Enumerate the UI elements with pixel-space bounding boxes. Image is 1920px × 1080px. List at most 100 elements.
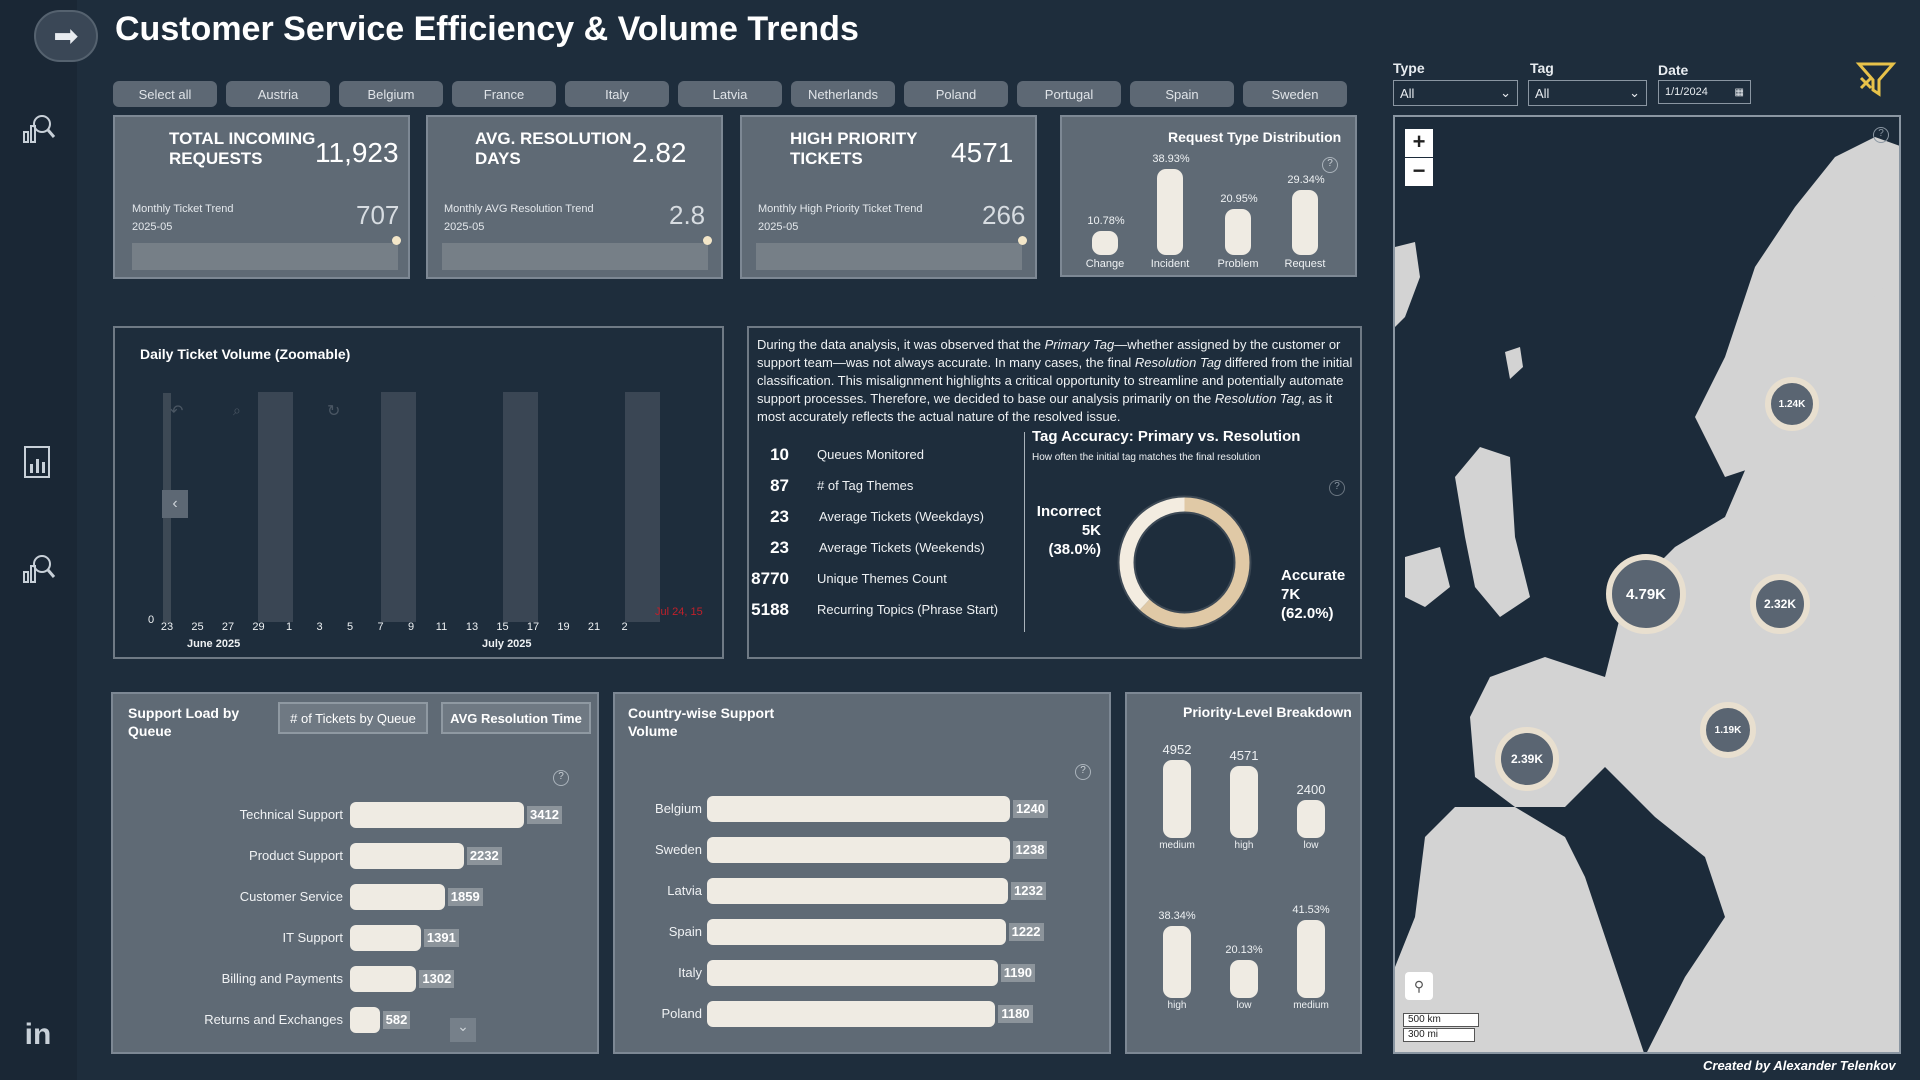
request-type-bar xyxy=(1092,231,1118,255)
country-label: Poland xyxy=(661,1006,702,1021)
kpi-value: 11,923 xyxy=(315,137,399,168)
analytics-icon[interactable] xyxy=(18,108,58,148)
kpi-trend-label: Monthly Ticket Trend 2025-05 xyxy=(132,203,234,233)
priority-value-label: 4571 xyxy=(1229,748,1259,763)
reset-icon[interactable]: ↻ xyxy=(327,401,340,421)
queue-label: IT Support xyxy=(282,930,343,945)
credit-text: Created by Alexander Telenkov xyxy=(1703,1058,1896,1073)
priority-share-label: 20.13% xyxy=(1225,944,1263,957)
insights-icon[interactable] xyxy=(18,548,58,588)
country-button-austria[interactable]: Austria xyxy=(226,81,330,107)
country-button-sweden[interactable]: Sweden xyxy=(1243,81,1347,107)
queue-label: Billing and Payments xyxy=(221,971,343,986)
avg-resolution-time-button[interactable]: AVG Resolution Time xyxy=(441,702,591,734)
y-axis-zero-label: 0 xyxy=(148,614,155,626)
country-button-select-all[interactable]: Select all xyxy=(113,81,217,107)
kpi-trend-label: Monthly High Priority Ticket Trend 2025-0… xyxy=(758,203,923,233)
zoom-out-button[interactable]: − xyxy=(1405,158,1433,186)
map-cluster-bubble[interactable]: 1.24K xyxy=(1765,377,1819,431)
clear-filter-icon[interactable] xyxy=(1855,58,1897,105)
country-button-spain[interactable]: Spain xyxy=(1130,81,1234,107)
date-filter-input[interactable]: 1/1/2024 ▦ xyxy=(1658,80,1751,104)
country-bar xyxy=(707,878,1009,904)
stat-value: 5188 xyxy=(751,600,789,619)
help-icon[interactable]: ? xyxy=(1075,764,1091,780)
navigate-arrow-button[interactable]: ➡ xyxy=(34,10,98,62)
europe-map[interactable]: + − ? 1.24K 4.79K 2.32K 2.39K 1.19K ⚲ 50… xyxy=(1393,115,1901,1054)
queue-bar xyxy=(350,884,445,910)
sparkline xyxy=(756,243,1022,270)
priority-share-bar xyxy=(1297,920,1325,998)
help-icon[interactable]: ? xyxy=(1873,127,1889,143)
help-icon[interactable]: ? xyxy=(1329,480,1345,496)
request-type-bar xyxy=(1157,169,1183,255)
country-button-france[interactable]: France xyxy=(452,81,556,107)
weekend-band xyxy=(258,392,293,622)
country-button-netherlands[interactable]: Netherlands xyxy=(791,81,895,107)
analysis-text: During the data analysis, it was observe… xyxy=(757,337,1353,424)
tag-accuracy-subtitle: How often the initial tag matches the fi… xyxy=(1032,452,1261,463)
country-label: Spain xyxy=(668,924,702,939)
type-filter-dropdown[interactable]: All ⌄ xyxy=(1393,80,1518,106)
linkedin-icon[interactable]: in xyxy=(18,1015,58,1055)
map-cluster-bubble[interactable]: 2.32K xyxy=(1750,574,1810,634)
country-value-label: 1222 xyxy=(1008,923,1044,941)
x-axis-tick-label: 11 xyxy=(435,621,448,633)
queue-value-label: 1391 xyxy=(423,929,459,947)
tag-filter-dropdown[interactable]: All ⌄ xyxy=(1528,80,1647,106)
panel-title: Support Load by Queue xyxy=(128,705,240,739)
x-axis-tick-label: 19 xyxy=(557,621,570,633)
queue-bar xyxy=(350,802,524,828)
priority-category-label: high xyxy=(1234,840,1254,851)
bar-category-label: Incident xyxy=(1150,258,1190,270)
country-button-portugal[interactable]: Portugal xyxy=(1017,81,1121,107)
priority-share-bar xyxy=(1230,960,1258,998)
chevron-down-icon[interactable]: ⌄ xyxy=(450,1018,476,1042)
zoom-icon[interactable]: ⌕ xyxy=(233,402,241,419)
country-volume-panel: Country-wise Support Volume ? Belgium 1240… xyxy=(613,692,1111,1054)
divider xyxy=(1024,432,1025,632)
map-cluster-bubble[interactable]: 4.79K xyxy=(1606,554,1686,634)
map-cluster-bubble[interactable]: 2.39K xyxy=(1495,727,1559,791)
map-cluster-bubble[interactable]: 1.19K xyxy=(1700,702,1756,758)
help-icon[interactable]: ? xyxy=(553,770,569,786)
country-button-latvia[interactable]: Latvia xyxy=(678,81,782,107)
type-filter-label: Type xyxy=(1393,60,1425,76)
month-label: July 2025 xyxy=(482,638,532,650)
kpi-title: AVG. RESOLUTION DAYS xyxy=(475,129,632,168)
request-type-bar xyxy=(1225,208,1251,255)
kpi-card-avg-resolution: AVG. RESOLUTION DAYS 2.82 Monthly AVG Res… xyxy=(426,115,723,279)
queue-label: Product Support xyxy=(249,848,343,863)
scroll-left-button[interactable]: ‹ xyxy=(162,490,188,518)
help-icon[interactable]: ? xyxy=(1322,157,1338,173)
x-axis-tick-label: 7 xyxy=(377,621,384,633)
queue-value-label: 3412 xyxy=(527,806,562,824)
weekend-band xyxy=(625,392,660,622)
country-button-poland[interactable]: Poland xyxy=(904,81,1008,107)
type-filter-value: All xyxy=(1400,85,1415,101)
map-pin-icon[interactable]: ⚲ xyxy=(1405,972,1433,1000)
stat-value: 87 xyxy=(770,476,789,495)
date-marker-label: Jul 24, 15 xyxy=(655,606,703,618)
country-label: Italy xyxy=(678,965,702,980)
accurate-label: Accurate 7K (62.0%) xyxy=(1281,567,1346,622)
x-axis-tick-label: 3 xyxy=(316,621,323,633)
country-button-italy[interactable]: Italy xyxy=(565,81,669,107)
zoom-in-button[interactable]: + xyxy=(1405,129,1433,157)
calendar-icon: ▦ xyxy=(1734,86,1744,98)
queue-label: Customer Service xyxy=(239,889,343,904)
date-filter-value: 1/1/2024 xyxy=(1665,86,1708,98)
tag-accuracy-donut xyxy=(1117,495,1252,630)
stat-label: Queues Monitored xyxy=(817,447,924,462)
back-icon[interactable]: ↶ xyxy=(170,401,183,421)
country-button-belgium[interactable]: Belgium xyxy=(339,81,443,107)
report-icon[interactable] xyxy=(18,442,58,482)
month-label: June 2025 xyxy=(187,638,241,650)
stat-value: 23 xyxy=(770,538,789,557)
country-value-label: 1180 xyxy=(998,1005,1033,1023)
sparkline-end-marker xyxy=(1018,236,1027,245)
tag-accuracy-title: Tag Accuracy: Primary vs. Resolution xyxy=(1032,428,1301,445)
tickets-by-queue-button[interactable]: # of Tickets by Queue xyxy=(278,702,428,734)
country-bar xyxy=(707,960,998,986)
priority-bar xyxy=(1230,766,1258,838)
